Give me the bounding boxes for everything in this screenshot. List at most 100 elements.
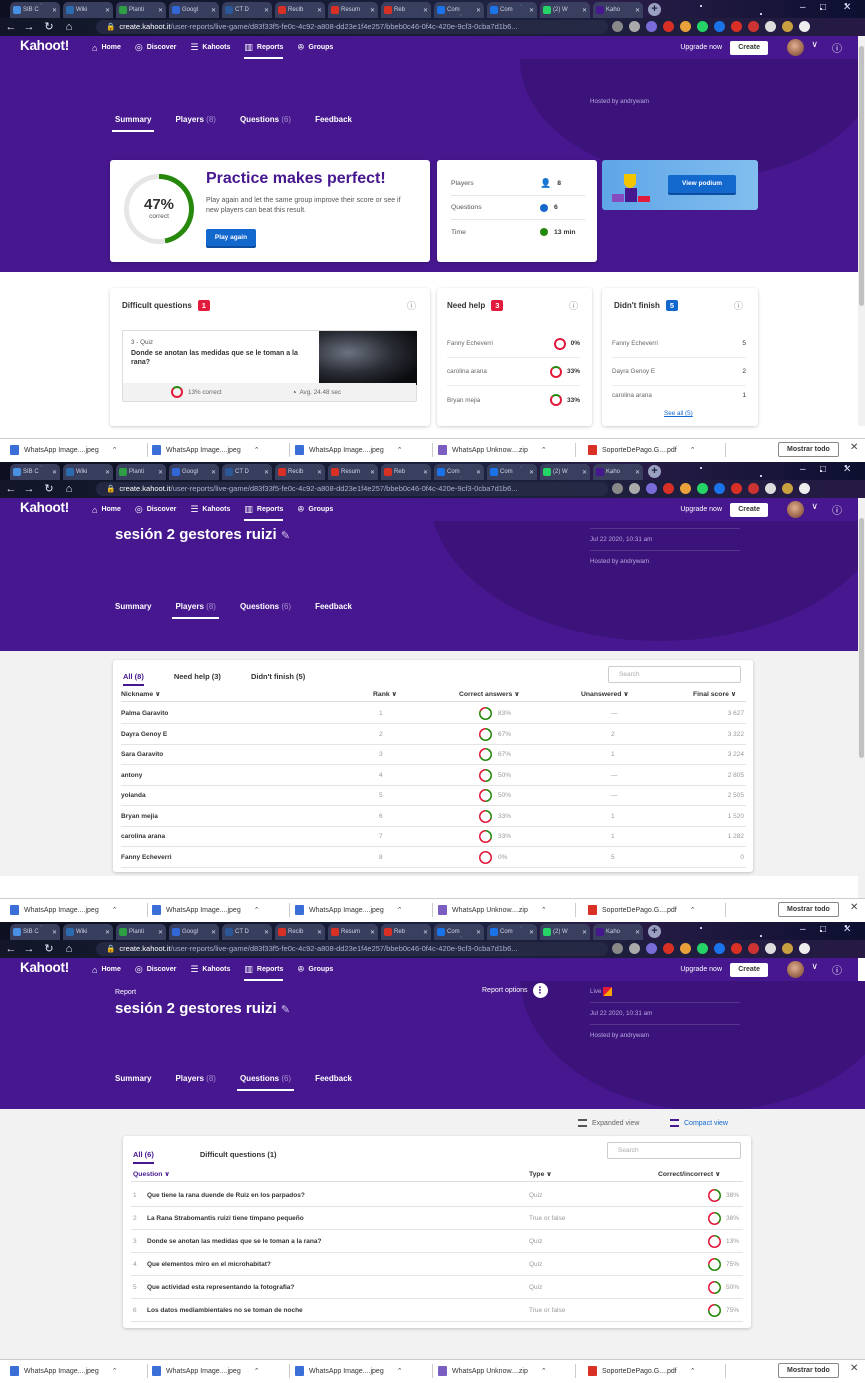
browser-tab[interactable]: Planti ✕ [116, 924, 166, 940]
chevron-up-icon[interactable]: ⌃ [690, 446, 696, 454]
filter-difficult[interactable]: Difficult questions (1) [200, 1150, 277, 1164]
tab-close-icon[interactable]: ✕ [158, 469, 163, 476]
upgrade-link[interactable]: Upgrade now [680, 498, 722, 521]
tab-close-icon[interactable]: ✕ [476, 469, 481, 476]
table-row[interactable]: 2 La Rana Strabomantis ruizi tiene tímpan… [131, 1207, 743, 1230]
filter-all[interactable]: All (8) [123, 672, 144, 686]
tab-questions[interactable]: Questions (6) [240, 602, 291, 619]
tab-close-icon[interactable]: ✕ [52, 7, 57, 14]
extension-icon[interactable] [646, 943, 657, 954]
extension-icon[interactable] [765, 943, 776, 954]
close-window-icon[interactable]: ✕ [843, 464, 851, 478]
extension-icon[interactable] [765, 21, 776, 32]
show-all-downloads-button[interactable]: Mostrar todo [778, 1363, 839, 1378]
edit-pencil-icon[interactable]: ✎ [281, 1004, 290, 1016]
chevron-down-icon[interactable]: ∨ [811, 39, 818, 50]
nav-home[interactable]: ⌂ Home [92, 498, 121, 521]
table-row[interactable]: 1 Que tiene la rana duende de Ruiz en los… [131, 1184, 743, 1207]
nav-reports[interactable]: ▥ Reports [244, 958, 283, 981]
download-item[interactable]: WhatsApp Image....jpeg ⌃ [10, 903, 118, 917]
tab-close-icon[interactable]: ✕ [264, 929, 269, 936]
back-icon[interactable]: ← [4, 482, 18, 496]
tab-close-icon[interactable]: ✕ [582, 469, 587, 476]
browser-tab[interactable]: Wiki ✕ [63, 464, 113, 480]
need-help-row[interactable]: Fanny Echeverri 0% [447, 330, 580, 358]
tab-feedback[interactable]: Feedback [315, 1074, 352, 1091]
extension-icon[interactable] [612, 21, 623, 32]
minimize-icon[interactable]: – [800, 464, 806, 478]
table-row[interactable]: antony 4 50% — 2 805 [121, 766, 746, 786]
browser-tab[interactable]: Kaho ✕ [593, 2, 643, 18]
extension-icon[interactable] [680, 21, 691, 32]
info-icon[interactable]: ⓘ [832, 40, 842, 55]
extension-icon[interactable] [714, 21, 725, 32]
extension-icon[interactable] [765, 483, 776, 494]
tab-close-icon[interactable]: ✕ [582, 929, 587, 936]
col-question[interactable]: Question ∨ [133, 1166, 170, 1181]
tab-close-icon[interactable]: ✕ [370, 7, 375, 14]
extension-icon[interactable] [663, 21, 674, 32]
browser-tab[interactable]: Reb ✕ [381, 924, 431, 940]
browser-tab[interactable]: Com ✕ [434, 464, 484, 480]
download-item[interactable]: WhatsApp Image....jpeg ⌃ [295, 1364, 403, 1378]
tab-close-icon[interactable]: ✕ [423, 469, 428, 476]
tab-close-icon[interactable]: ✕ [582, 7, 587, 14]
tab-close-icon[interactable]: ✕ [529, 929, 534, 936]
home-icon[interactable]: ⌂ [62, 482, 76, 496]
chevron-up-icon[interactable]: ⌃ [254, 906, 260, 914]
chevron-down-icon[interactable]: ∨ [811, 961, 818, 972]
col-rank[interactable]: Rank ∨ [373, 686, 397, 701]
download-item[interactable]: SoporteDePago.G....pdf ⌃ [588, 1364, 696, 1378]
maximize-icon[interactable]: □ [820, 464, 826, 478]
help-icon[interactable]: ⓘ [407, 299, 416, 312]
extension-icon[interactable] [680, 483, 691, 494]
reload-icon[interactable]: ↻ [42, 942, 56, 956]
table-row[interactable]: Palma Garavito 1 83% — 3 627 [121, 704, 746, 724]
col-correct[interactable]: Correct answers ∨ [459, 686, 520, 701]
chevron-up-icon[interactable]: ⌃ [397, 1367, 403, 1375]
download-item[interactable]: WhatsApp Image....jpeg ⌃ [295, 903, 403, 917]
browser-tab[interactable]: Com ✕ [487, 464, 537, 480]
table-row[interactable]: Bryan mejia 6 33% 1 1 520 [121, 807, 746, 827]
extension-icon[interactable] [663, 943, 674, 954]
extension-icon[interactable] [782, 483, 793, 494]
table-row[interactable]: yolanda 5 50% — 2 505 [121, 786, 746, 806]
nav-discover[interactable]: ◎ Discover [135, 36, 176, 59]
extension-icon[interactable] [731, 943, 742, 954]
chevron-up-icon[interactable]: ⌃ [112, 446, 118, 454]
extension-icon[interactable] [748, 943, 759, 954]
col-unanswered[interactable]: Unanswered ∨ [581, 686, 629, 701]
chevron-up-icon[interactable]: ⌃ [397, 446, 403, 454]
show-all-downloads-button[interactable]: Mostrar todo [778, 442, 839, 457]
nav-groups[interactable]: ꔮ Groups [297, 498, 333, 521]
download-item[interactable]: WhatsApp Unknow....zip ⌃ [438, 903, 547, 917]
tab-close-icon[interactable]: ✕ [52, 929, 57, 936]
browser-tab[interactable]: CT D ✕ [222, 2, 272, 18]
create-button[interactable]: Create [730, 503, 768, 517]
need-help-row[interactable]: Bryan mejia 33% [447, 386, 580, 414]
browser-tab[interactable]: Kaho ✕ [593, 924, 643, 940]
browser-tab[interactable]: CT D ✕ [222, 924, 272, 940]
close-window-icon[interactable]: ✕ [843, 2, 851, 16]
tab-close-icon[interactable]: ✕ [211, 929, 216, 936]
col-final-score[interactable]: Final score ∨ [693, 686, 736, 701]
download-item[interactable]: WhatsApp Image....jpeg ⌃ [152, 903, 260, 917]
maximize-icon[interactable]: □ [820, 2, 826, 16]
tab-close-icon[interactable]: ✕ [423, 929, 428, 936]
extension-icon[interactable] [629, 483, 640, 494]
tab-close-icon[interactable]: ✕ [635, 7, 640, 14]
player-search-input[interactable]: Search [608, 666, 741, 683]
extension-icon[interactable] [697, 21, 708, 32]
extension-icon[interactable] [799, 943, 810, 954]
extension-icon[interactable] [714, 943, 725, 954]
tab-close-icon[interactable]: ✕ [635, 929, 640, 936]
download-item[interactable]: WhatsApp Image....jpeg ⌃ [295, 443, 403, 457]
browser-tab[interactable]: Googl ✕ [169, 464, 219, 480]
extension-icon[interactable] [697, 943, 708, 954]
table-row[interactable]: 4 Que elementos miro en el microhabitat? Q… [131, 1253, 743, 1276]
browser-tab[interactable]: Resum ✕ [328, 464, 378, 480]
extension-icon[interactable] [748, 483, 759, 494]
browser-tab[interactable]: Kaho ✕ [593, 464, 643, 480]
browser-tab[interactable]: SIB C ✕ [10, 464, 60, 480]
browser-tab[interactable]: Resum ✕ [328, 924, 378, 940]
